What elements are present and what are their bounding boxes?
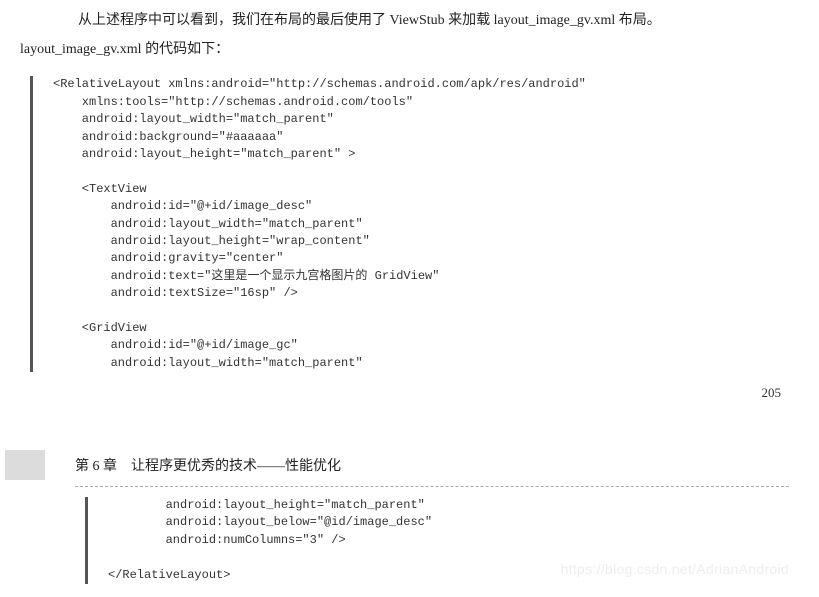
chapter-header-row: 第 6 章 让程序更优秀的技术——性能优化 (0, 450, 819, 480)
page-number: 205 (762, 385, 782, 401)
intro-paragraph-1: 从上述程序中可以看到，我们在布局的最后使用了 ViewStub 来加载 layo… (0, 0, 819, 37)
page-gap (0, 382, 819, 442)
intro-paragraph-2: layout_image_gv.xml 的代码如下： (0, 37, 819, 72)
watermark-text: https://blog.csdn.net/AdrianAndroid (561, 561, 789, 577)
code-block-1: <RelativeLayout xmlns:android="http://sc… (53, 76, 789, 372)
chapter-title: 第 6 章 让程序更优秀的技术——性能优化 (75, 455, 341, 475)
chapter-divider (75, 486, 789, 487)
code-block-1-wrapper: <RelativeLayout xmlns:android="http://sc… (30, 76, 789, 372)
corner-thumbnail (5, 450, 45, 480)
